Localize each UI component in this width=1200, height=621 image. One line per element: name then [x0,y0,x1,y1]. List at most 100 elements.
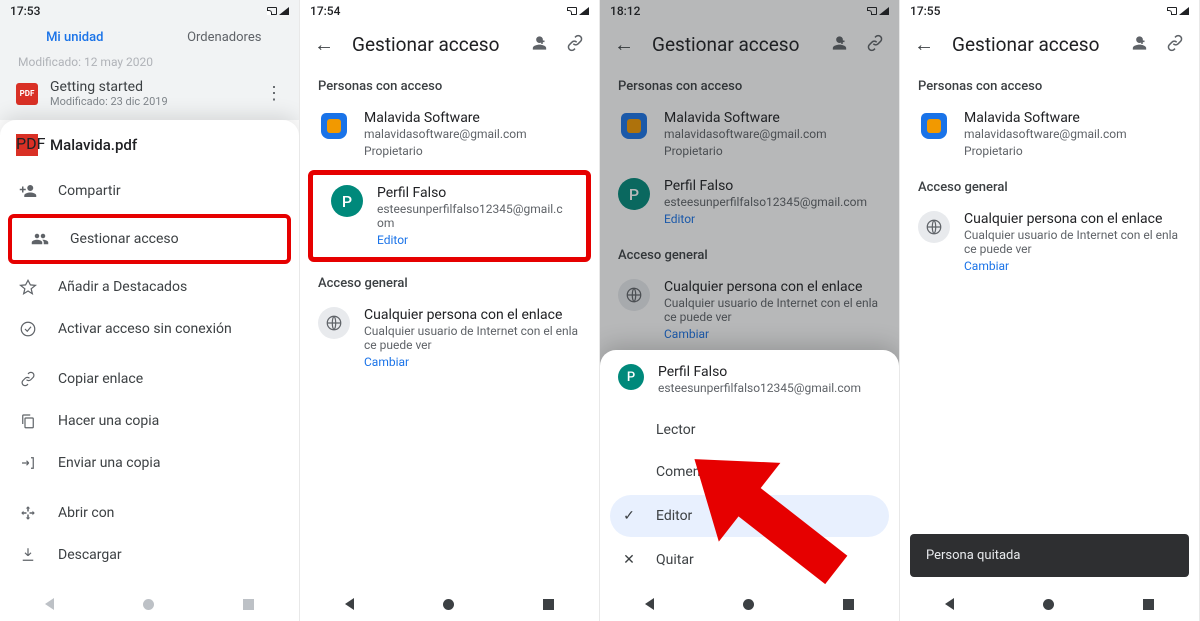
role-reader[interactable]: Lector [600,409,899,451]
action-send-copy-label: Enviar una copia [58,455,160,471]
link-access-change[interactable]: Cambiar [364,355,581,369]
action-make-copy[interactable]: Hacer una copia [0,400,299,442]
guest-name: Perfil Falso [658,364,861,380]
action-star[interactable]: Añadir a Destacados [0,266,299,308]
file-row-previous-subtitle: Modificado: 12 may 2020 [0,53,299,71]
nav-back-icon[interactable] [645,598,654,610]
action-download[interactable]: Descargar [0,534,299,576]
section-general-label: Acceso general [900,168,1199,201]
copy-icon [18,412,38,430]
nav-home-icon[interactable] [1043,599,1054,610]
drive-file-list-backdrop: Mi unidad Ordenadores Modificado: 12 may… [0,22,299,120]
action-open-with-label: Abrir con [58,505,114,521]
android-nav-bar [600,587,899,621]
role-commenter-label: Comentador [656,464,733,480]
open-with-icon [18,504,38,522]
role-picker-sheet: P Perfil Falso esteesunperfilfalso12345@… [600,350,899,587]
owner-role: Propietario [964,144,1127,158]
snackbar: Persona quitada [910,534,1189,577]
action-download-label: Descargar [58,547,122,563]
check-icon: ✓ [620,508,638,524]
status-bar: 17:55 [900,0,1199,22]
action-open-with[interactable]: Abrir con [0,492,299,534]
nav-recents-icon[interactable] [1143,599,1154,610]
action-copy-link[interactable]: Copiar enlace [0,358,299,400]
link-access-title: Cualquier persona con el enlace [964,211,1181,227]
nav-back-icon[interactable] [45,598,54,610]
status-time: 17:53 [10,4,40,18]
app-bar: ← Gestionar acceso [300,22,599,67]
nav-recents-icon[interactable] [243,599,254,610]
back-icon[interactable]: ← [314,32,334,57]
action-share-label: Compartir [58,183,121,199]
nav-recents-icon[interactable] [843,599,854,610]
globe-icon [918,211,950,243]
action-copy-link-label: Copiar enlace [58,371,143,387]
action-share[interactable]: Compartir [0,170,299,212]
page-title: Gestionar acceso [352,33,509,56]
general-access-row[interactable]: Cualquier persona con el enlace Cualquie… [300,297,599,379]
status-icons [1167,7,1189,15]
link-access-desc: Cualquier usuario de Internet con el enl… [364,324,581,352]
tab-my-drive[interactable]: Mi unidad [0,30,150,45]
action-offline[interactable]: Activar acceso sin conexión [0,308,299,350]
section-general-label: Acceso general [300,264,599,297]
person-add-icon [18,182,38,200]
snackbar-text: Persona quitada [926,548,1020,563]
status-icons [567,7,589,15]
screen-3-role-picker: 18:12 ← Gestionar acceso Personas con ac… [600,0,900,621]
drive-tabs: Mi unidad Ordenadores [0,22,299,53]
nav-recents-icon[interactable] [543,599,554,610]
sheet-header: PDF Malavida.pdf [0,120,299,170]
role-editor[interactable]: ✓ Editor [610,495,889,537]
add-person-icon[interactable] [527,33,547,57]
guest-email: esteesunperfilfalso12345@gmail.com [377,202,568,230]
tab-computers[interactable]: Ordenadores [150,30,300,45]
download-icon [18,546,38,564]
nav-home-icon[interactable] [143,599,154,610]
offline-icon [18,320,38,338]
section-people-label: Personas con acceso [900,67,1199,100]
nav-back-icon[interactable] [945,598,954,610]
link-access-change[interactable]: Cambiar [964,259,1181,273]
guest-name: Perfil Falso [377,185,568,201]
screen-1-file-actions: 17:53 Mi unidad Ordenadores Modificado: … [0,0,300,621]
screen-2-manage-access: 17:54 ← Gestionar acceso Personas con ac… [300,0,600,621]
owner-name: Malavida Software [364,110,527,126]
link-access-desc: Cualquier usuario de Internet con el enl… [964,228,1181,256]
file-title: Getting started [50,79,168,95]
section-people-label: Personas con acceso [300,67,599,100]
back-icon[interactable]: ← [914,32,934,57]
person-owner[interactable]: Malavida Software malavidasoftware@gmail… [300,100,599,168]
role-remove[interactable]: ✕ Quitar [600,539,899,581]
nav-home-icon[interactable] [443,599,454,610]
avatar-malavida [318,110,350,142]
star-icon [18,278,38,296]
avatar-guest: P [331,185,363,217]
role-commenter[interactable]: Comentador [600,451,899,493]
android-nav-bar [300,587,599,621]
file-row-getting-started[interactable]: PDF Getting started Modificado: 23 dic 2… [0,71,299,116]
sheet-person-header: P Perfil Falso esteesunperfilfalso12345@… [600,350,899,409]
action-make-copy-label: Hacer una copia [58,413,159,429]
link-icon [18,370,38,388]
pdf-icon: PDF [16,134,38,156]
sheet-file-name: Malavida.pdf [50,136,137,154]
app-bar: ← Gestionar acceso [900,22,1199,67]
action-send-copy[interactable]: Enviar una copia [0,442,299,484]
status-bar: 17:54 [300,0,599,22]
action-manage-access[interactable]: Gestionar acceso [12,218,287,260]
person-guest[interactable]: P Perfil Falso esteesunperfilfalso12345@… [313,175,586,257]
owner-name: Malavida Software [964,110,1127,126]
link-icon[interactable] [1165,33,1185,57]
nav-home-icon[interactable] [743,599,754,610]
guest-role[interactable]: Editor [377,233,568,247]
globe-icon [318,307,350,339]
link-icon[interactable] [565,33,585,57]
add-person-icon[interactable] [1127,33,1147,57]
general-access-row[interactable]: Cualquier persona con el enlace Cualquie… [900,201,1199,283]
person-owner[interactable]: Malavida Software malavidasoftware@gmail… [900,100,1199,168]
file-actions-bottom-sheet: PDF Malavida.pdf Compartir Gestionar acc… [0,120,299,621]
file-more-icon[interactable]: ⋮ [265,83,283,104]
nav-back-icon[interactable] [345,598,354,610]
